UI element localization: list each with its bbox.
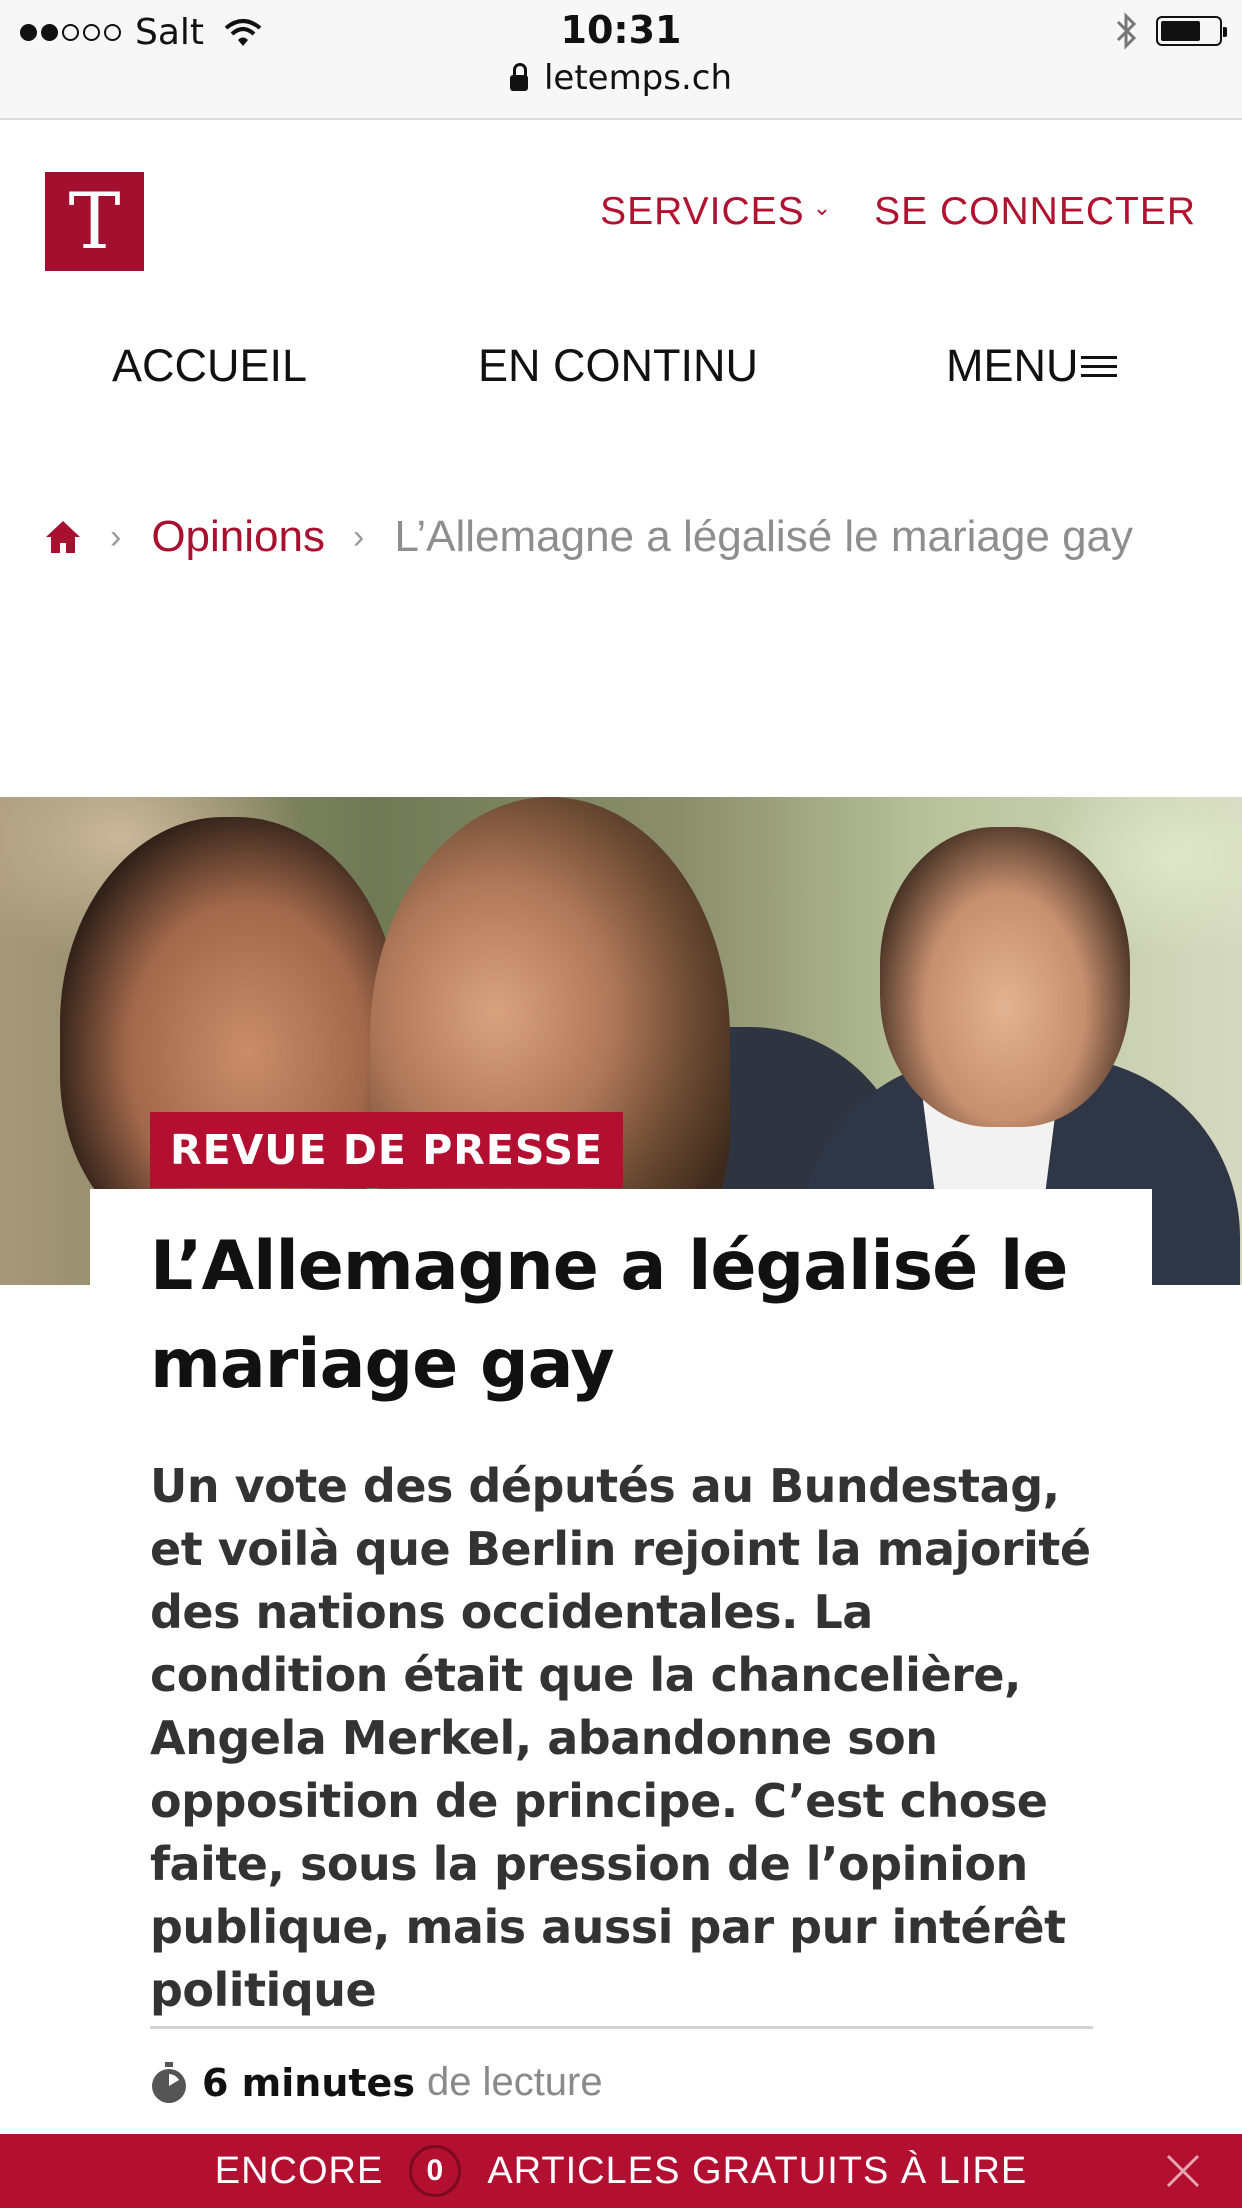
- site-logo[interactable]: T: [45, 172, 144, 271]
- article-title: L’Allemagne a légalisé le mariage gay: [150, 1227, 1068, 1404]
- close-icon[interactable]: [1164, 2152, 1202, 2190]
- address-bar[interactable]: letemps.ch: [0, 58, 1242, 98]
- main-nav: ACCUEIL EN CONTINU MENU: [0, 340, 1242, 410]
- reading-time-value: 6 minutes: [202, 2060, 415, 2105]
- breadcrumb-separator: ›: [110, 517, 122, 556]
- free-articles-banner[interactable]: ENCORE 0 ARTICLES GRATUITS À LIRE: [0, 2134, 1242, 2208]
- hamburger-icon: [1080, 350, 1117, 383]
- url-text: letemps.ch: [543, 58, 733, 98]
- nav-live[interactable]: EN CONTINU: [478, 340, 758, 392]
- banner-suffix: ARTICLES GRATUITS À LIRE: [487, 2149, 1028, 2192]
- free-articles-count: 0: [409, 2145, 462, 2197]
- status-bar: Salt 10:31 letemps.ch: [0, 0, 1242, 120]
- stopwatch-icon: [152, 2061, 186, 2103]
- reading-time-suffix: de lecture: [426, 2060, 603, 2104]
- status-icons: [1114, 12, 1227, 50]
- article-lead: Un vote des députés au Bundestag, et voi…: [150, 1459, 1091, 2017]
- battery-icon: [1156, 16, 1227, 46]
- breadcrumb-separator: ›: [353, 517, 365, 556]
- breadcrumb: › Opinions › L’Allemagne a légalisé le m…: [44, 512, 1133, 562]
- nav-menu-button[interactable]: MENU: [946, 340, 1117, 392]
- reading-time: 6 minutes de lecture: [150, 2060, 603, 2105]
- divider: [150, 2026, 1093, 2029]
- login-link[interactable]: SE CONNECTER: [874, 190, 1196, 234]
- breadcrumb-current: L’Allemagne a légalisé le mariage gay: [394, 512, 1134, 561]
- bluetooth-icon: [1116, 12, 1137, 50]
- services-dropdown[interactable]: SERVICES ⌄: [600, 190, 832, 234]
- menu-label: MENU: [946, 340, 1079, 391]
- banner-prefix: ENCORE: [214, 2149, 384, 2192]
- services-label: SERVICES: [600, 190, 805, 233]
- top-links: SERVICES ⌄ SE CONNECTER: [600, 190, 1196, 234]
- home-icon[interactable]: [44, 518, 82, 556]
- nav-home[interactable]: ACCUEIL: [112, 340, 307, 392]
- battery-level: [1161, 21, 1201, 41]
- clock: 10:31: [560, 8, 682, 52]
- lock-icon: [509, 63, 528, 91]
- breadcrumb-section[interactable]: Opinions: [151, 512, 325, 562]
- chevron-down-icon: ⌄: [812, 195, 833, 220]
- category-tag[interactable]: REVUE DE PRESSE: [150, 1112, 624, 1188]
